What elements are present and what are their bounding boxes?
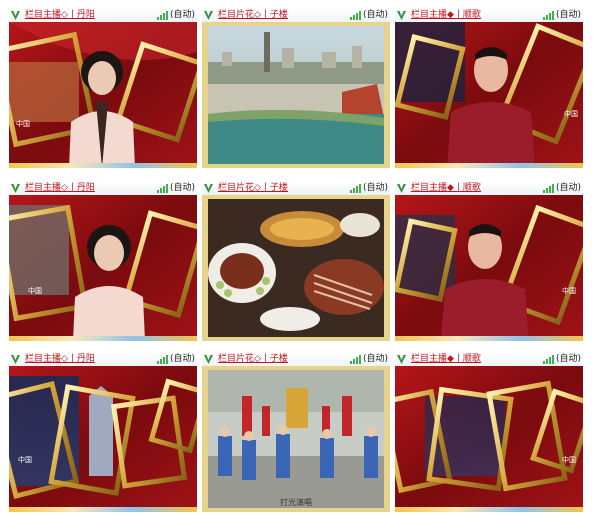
program-seal: 中国 [28, 287, 42, 295]
tile-title-bar: 栏目主播◇丨丹阳 (自动) [9, 353, 197, 367]
bottom-strip [395, 336, 583, 341]
studio-scene: 中国 [395, 22, 583, 168]
tile-title-bar: 栏目主播◆丨顺歌 (自动) [395, 353, 583, 367]
auto-mode-label[interactable]: (自动) [556, 9, 581, 22]
tile-title[interactable]: 栏目片花◇丨子楼 [218, 353, 288, 366]
tile-title-bar: 栏目片花◇丨子楼 (自动) [202, 9, 390, 23]
program-seal: 中国 [18, 456, 32, 464]
tile-title[interactable]: 栏目片花◇丨子楼 [218, 9, 288, 22]
program-seal: 中国 [562, 456, 576, 464]
bottom-strip [9, 163, 197, 168]
tile-title-bar: 栏目主播◆丨顺歌 (自动) [395, 182, 583, 196]
v-logo-icon [397, 11, 406, 20]
clip-feed-tile[interactable]: 栏目片花◇丨子楼 (自动) [202, 9, 390, 168]
signal-bars-icon [350, 11, 361, 20]
bottom-strip [395, 163, 583, 168]
anchor-feed-tile[interactable]: 栏目主播◇丨丹阳 (自动) 中国 [9, 9, 197, 168]
v-logo-icon [397, 184, 406, 193]
program-seal: 中国 [564, 110, 578, 118]
signal-bars-icon [543, 184, 554, 193]
tile-title[interactable]: 栏目片花◇丨子楼 [218, 182, 288, 195]
tile-title[interactable]: 栏目主播◇丨丹阳 [25, 353, 95, 366]
v-logo-icon [397, 355, 406, 364]
aerial-city-scene [202, 22, 390, 168]
performance-scene: 打光演唱 [202, 366, 390, 512]
anchor-feed-tile[interactable]: 栏目主播◆丨顺歌 (自动) 中国 [395, 9, 583, 168]
auto-mode-label[interactable]: (自动) [556, 182, 581, 195]
v-logo-icon [11, 355, 20, 364]
auto-mode-label[interactable]: (自动) [363, 9, 388, 22]
tile-title[interactable]: 栏目主播◇丨丹阳 [25, 9, 95, 22]
anchor-feed-tile[interactable]: 栏目主播◆丨顺歌 (自动) 中国 [395, 353, 583, 512]
auto-mode-label[interactable]: (自动) [170, 9, 195, 22]
tile-title[interactable]: 栏目主播◆丨顺歌 [411, 182, 481, 195]
clip-feed-tile[interactable]: 栏目片花◇丨子楼 (自动) [202, 182, 390, 341]
studio-scene: 中国 [9, 22, 197, 168]
program-seal: 中国 [562, 287, 576, 295]
anchor-feed-tile[interactable]: 栏目主播◇丨丹阳 (自动) 中国 [9, 182, 197, 341]
food-scene [202, 195, 390, 341]
tile-title-bar: 栏目主播◇丨丹阳 (自动) [9, 182, 197, 196]
tile-title[interactable]: 栏目主播◆丨顺歌 [411, 353, 481, 366]
studio-scene: 中国 [9, 195, 197, 341]
anchor-feed-tile[interactable]: 栏目主播◆丨顺歌 (自动) 中国 [395, 182, 583, 341]
auto-mode-label[interactable]: (自动) [363, 353, 388, 366]
signal-bars-icon [157, 184, 168, 193]
tile-title[interactable]: 栏目主播◇丨丹阳 [25, 182, 95, 195]
signal-bars-icon [543, 11, 554, 20]
program-seal: 中国 [16, 120, 30, 128]
bottom-strip [395, 507, 583, 512]
bottom-strip [9, 336, 197, 341]
tile-title-bar: 栏目片花◇丨子楼 (自动) [202, 182, 390, 196]
empty-studio-scene: 中国 [395, 366, 583, 512]
v-logo-icon [11, 184, 20, 193]
v-logo-icon [204, 11, 213, 20]
tile-title-bar: 栏目主播◇丨丹阳 (自动) [9, 9, 197, 23]
anchor-feed-tile[interactable]: 栏目主播◇丨丹阳 (自动) 中国 [9, 353, 197, 512]
signal-bars-icon [157, 355, 168, 364]
tile-title-bar: 栏目主播◆丨顺歌 (自动) [395, 9, 583, 23]
auto-mode-label[interactable]: (自动) [363, 182, 388, 195]
video-caption: 打光演唱 [280, 498, 312, 507]
clip-feed-tile[interactable]: 栏目片花◇丨子楼 (自动) 打光演唱 [202, 353, 390, 512]
signal-bars-icon [543, 355, 554, 364]
signal-bars-icon [350, 184, 361, 193]
empty-studio-scene: 中国 [9, 366, 197, 512]
bottom-strip [9, 507, 197, 512]
tile-title-bar: 栏目片花◇丨子楼 (自动) [202, 353, 390, 367]
v-logo-icon [11, 11, 20, 20]
studio-scene: 中国 [395, 195, 583, 341]
auto-mode-label[interactable]: (自动) [170, 353, 195, 366]
signal-bars-icon [157, 11, 168, 20]
tile-title[interactable]: 栏目主播◆丨顺歌 [411, 9, 481, 22]
v-logo-icon [204, 355, 213, 364]
auto-mode-label[interactable]: (自动) [170, 182, 195, 195]
auto-mode-label[interactable]: (自动) [556, 353, 581, 366]
signal-bars-icon [350, 355, 361, 364]
v-logo-icon [204, 184, 213, 193]
